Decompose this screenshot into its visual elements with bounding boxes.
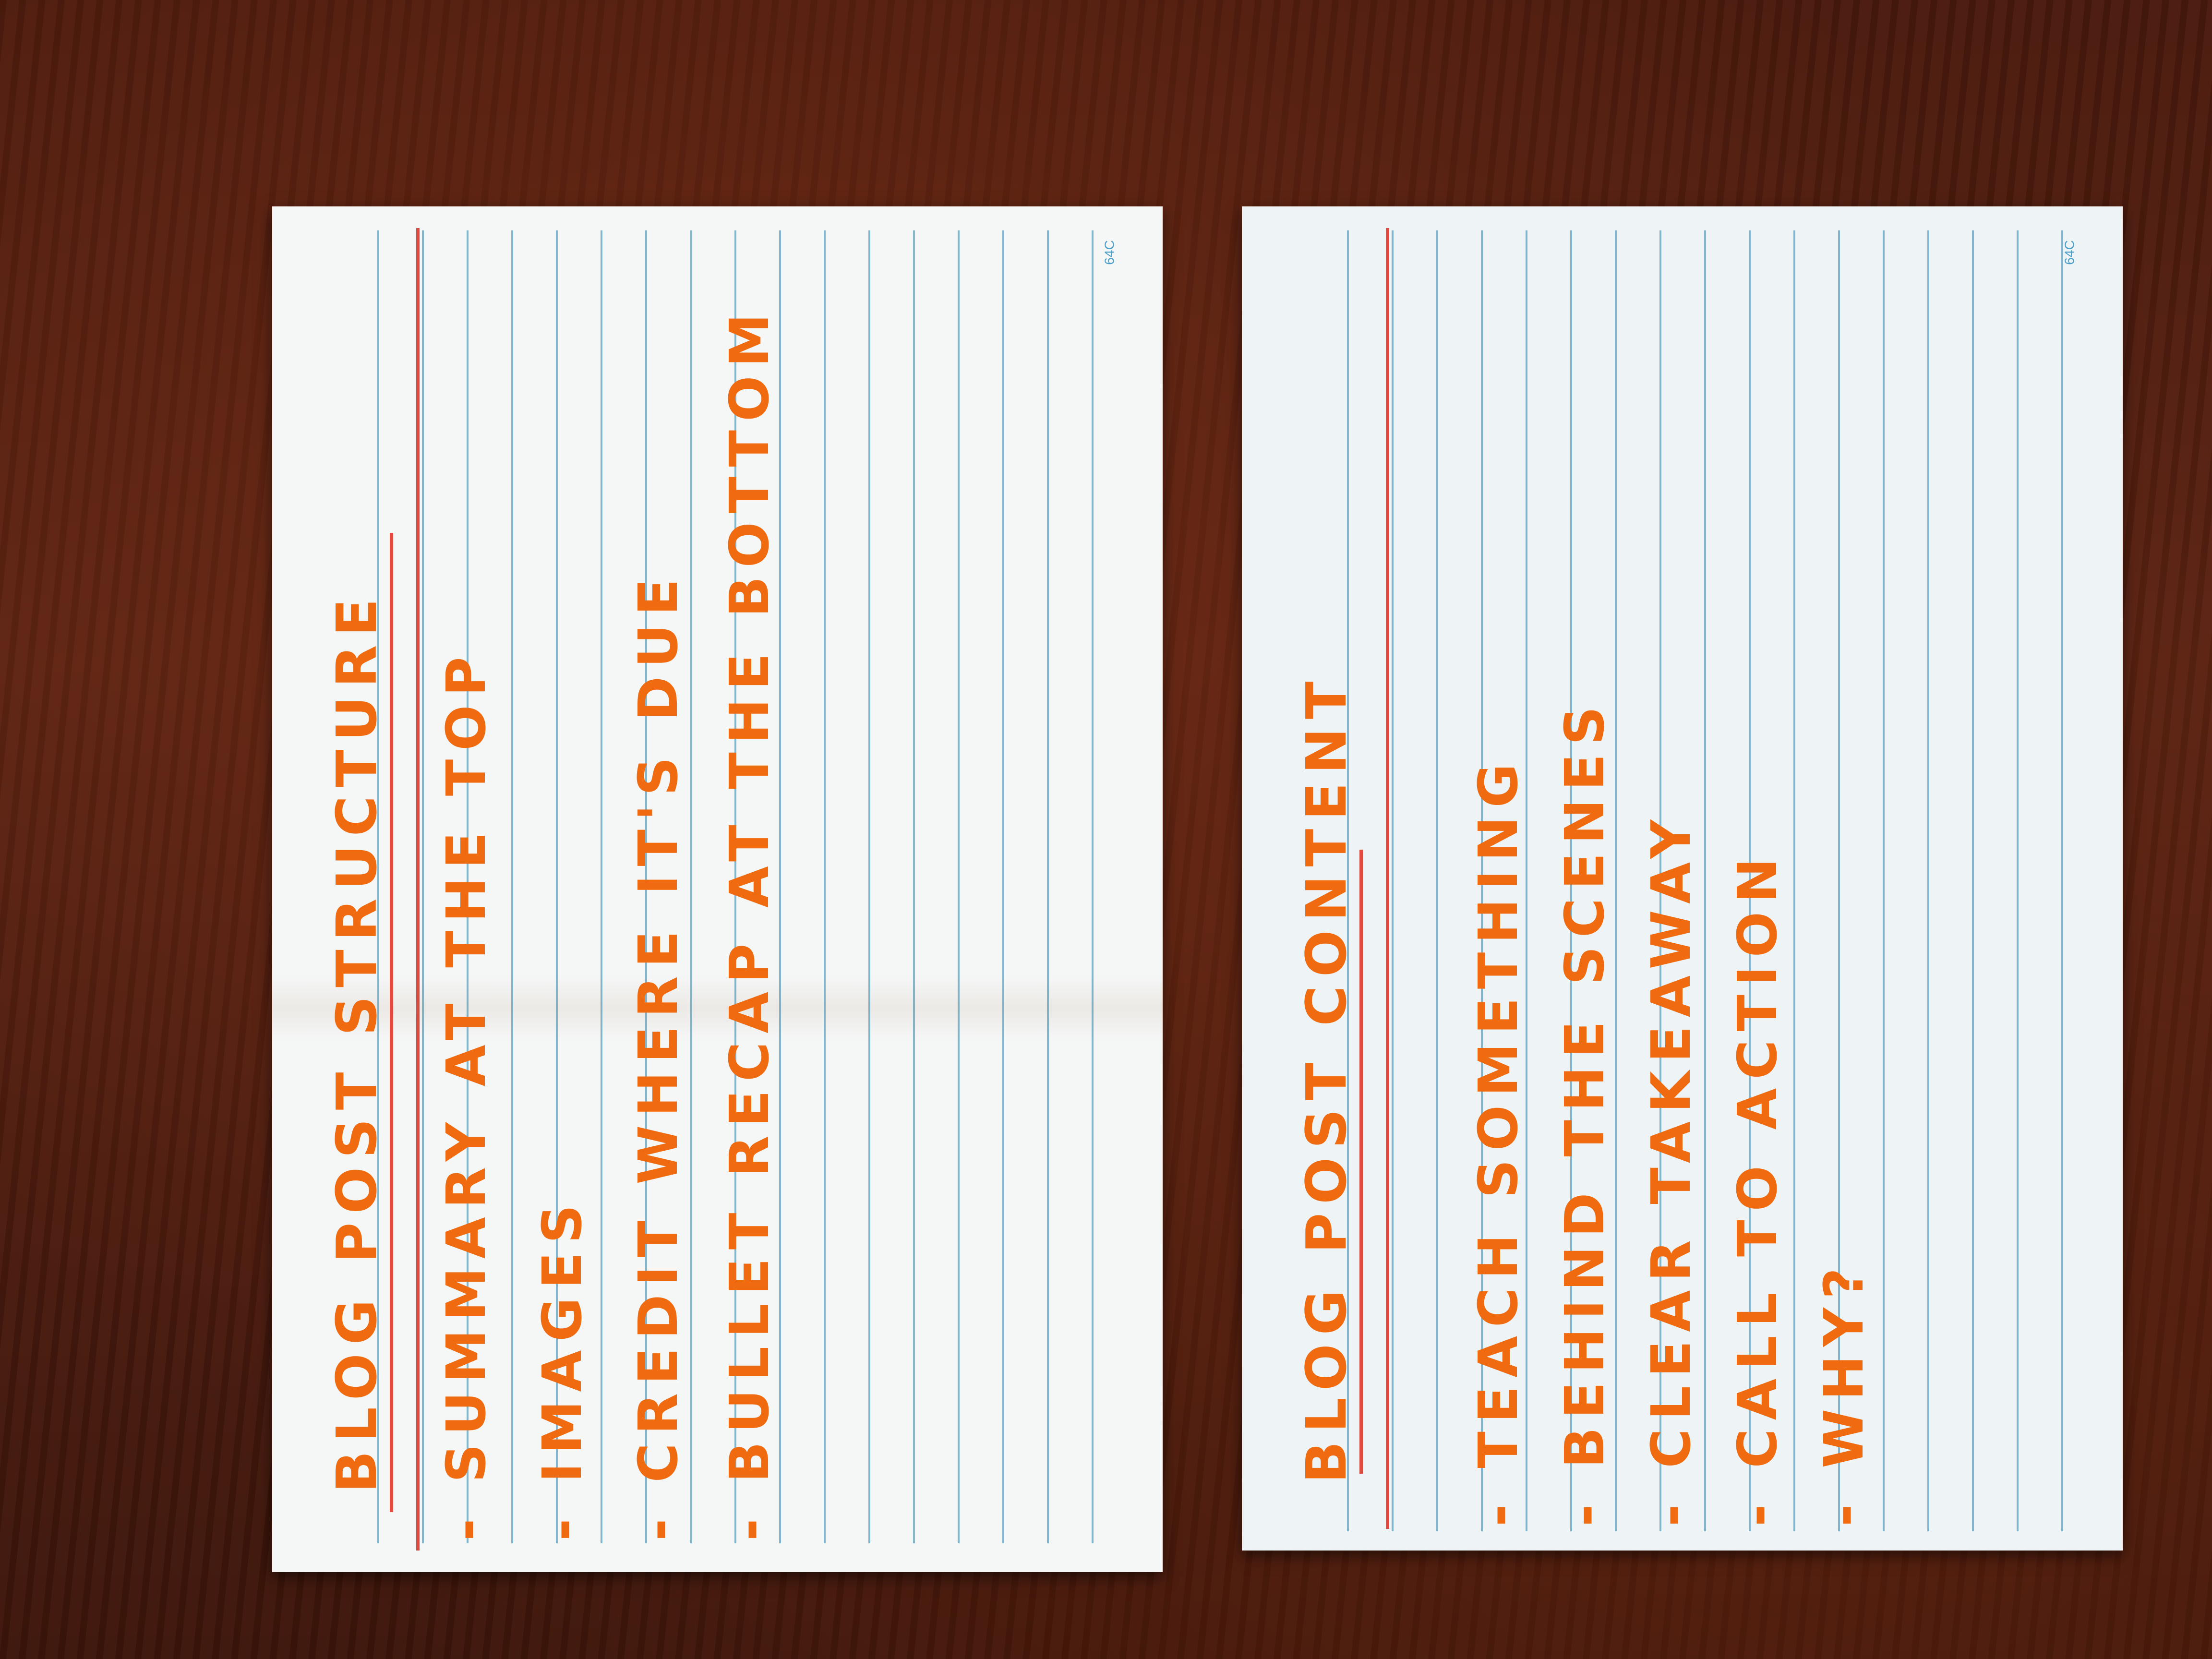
card-code: 64C — [2062, 240, 2077, 265]
card-margin-rule — [416, 228, 420, 1551]
list-item: - CREDIT WHERE IT'S DUE — [627, 570, 690, 1541]
title-underline — [390, 533, 393, 1512]
list-item: - BULLET RECAP AT THE BOTTOM — [719, 305, 781, 1541]
title-underline — [1359, 850, 1363, 1474]
index-card-blog-post-structure: 64C BLOG POST STRUCTURE - SUMMARY AT THE… — [272, 206, 1163, 1572]
card-code: 64C — [1102, 240, 1117, 265]
card-title: BLOG POST CONTENT — [1295, 673, 1359, 1483]
list-item: - BEHIND THE SCENES — [1554, 697, 1616, 1527]
list-item: - IMAGES — [531, 1196, 594, 1541]
card-shading — [272, 974, 1163, 1042]
card-margin-rule — [1386, 228, 1389, 1529]
index-card-blog-post-content: 64C BLOG POST CONTENT - TEACH SOMETHING … — [1242, 206, 2123, 1551]
card-title: BLOG POST STRUCTURE — [325, 590, 389, 1493]
list-item: - TEACH SOMETHING — [1467, 755, 1530, 1527]
list-item: - SUMMARY AT THE TOP — [435, 648, 498, 1541]
list-item: - CALL TO ACTION — [1727, 849, 1789, 1527]
list-item: - WHY? — [1813, 1259, 1875, 1527]
list-item: - CLEAR TAKEAWAY — [1640, 811, 1703, 1527]
